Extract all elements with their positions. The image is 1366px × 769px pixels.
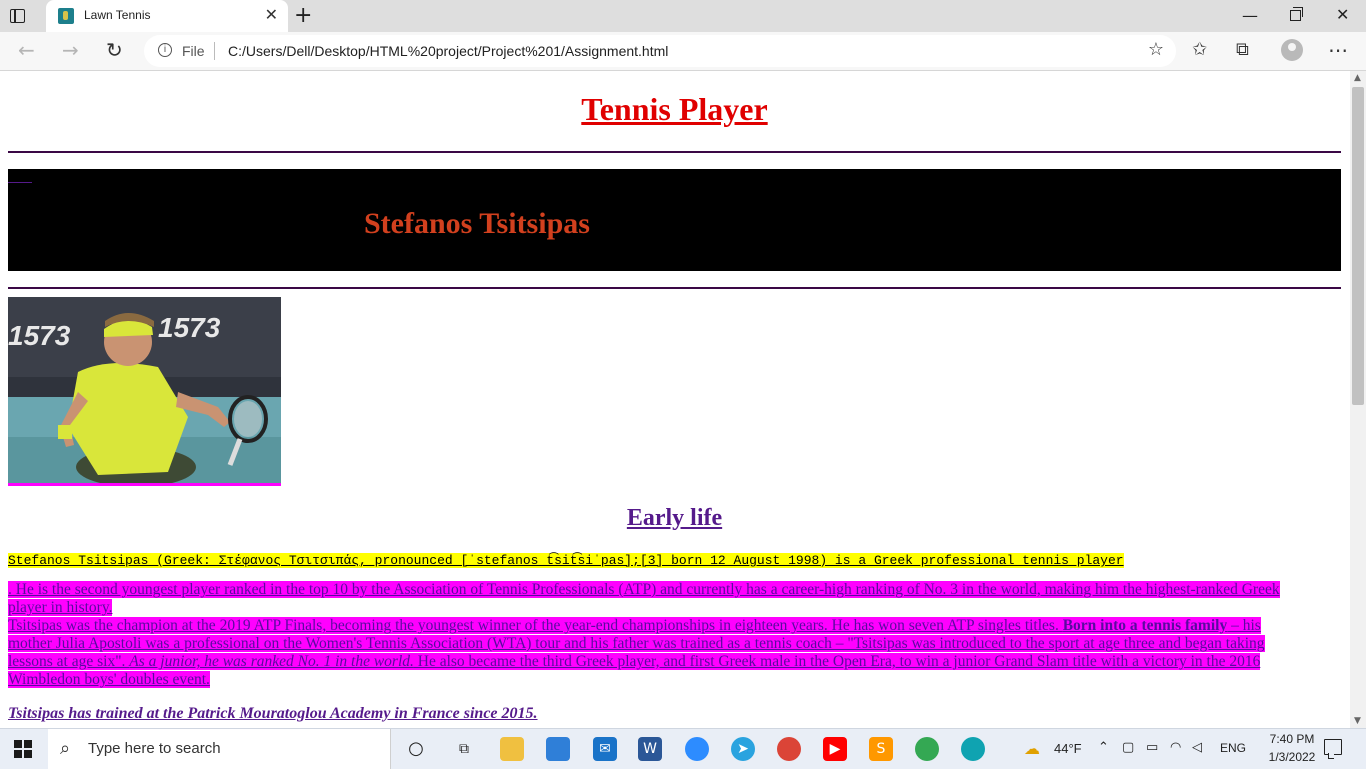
paragraph-career: Tsitsipas was the champion at the 2019 A… — [8, 617, 1304, 689]
bold-phrase: Born into a tennis family — [1062, 617, 1228, 634]
svg-text:1573: 1573 — [8, 320, 71, 351]
back-icon[interactable]: ← — [18, 39, 35, 61]
minimize-icon[interactable]: — — [1242, 6, 1258, 25]
cortana-icon[interactable]: ○ — [404, 737, 428, 761]
temperature[interactable]: 44°F — [1054, 741, 1082, 756]
chrome-alt-icon[interactable] — [915, 737, 939, 761]
sublime-icon[interactable]: S — [869, 737, 893, 761]
page-title: Tennis Player — [581, 91, 768, 127]
favorites-icon[interactable]: ✩ — [1192, 39, 1207, 61]
profile-icon[interactable] — [1281, 39, 1303, 61]
browser-tab[interactable]: Lawn Tennis ✕ — [46, 0, 288, 32]
tab-actions-icon[interactable] — [10, 8, 26, 24]
chrome-icon[interactable] — [777, 737, 801, 761]
more-icon[interactable]: ⋯ — [1328, 39, 1348, 61]
close-icon[interactable]: ✕ — [265, 7, 278, 23]
window-close-icon[interactable]: ✕ — [1336, 5, 1349, 24]
tab-strip: Lawn Tennis ✕ + — ✕ — [0, 0, 1366, 32]
vertical-scrollbar[interactable]: ▲ ▼ — [1350, 71, 1366, 728]
reload-icon[interactable]: ↻ — [106, 39, 123, 61]
battery-icon[interactable]: ▭ — [1146, 740, 1158, 755]
page-viewport: Tennis Player Stefanos Tsitsipas 1573 15… — [0, 71, 1350, 728]
scroll-down-icon[interactable]: ▼ — [1354, 716, 1361, 726]
tab-title: Lawn Tennis — [84, 8, 151, 22]
address-url[interactable]: C:/Users/Dell/Desktop/HTML%20project/Pro… — [228, 43, 668, 59]
player-photo: 1573 1573 — [8, 297, 281, 486]
windows-taskbar: ⌕ Type here to search ○ ⧉ ✉ W ➤ ▶ S ☁ 44… — [0, 728, 1366, 769]
search-placeholder: Type here to search — [88, 740, 221, 757]
search-icon: ⌕ — [60, 738, 71, 759]
language-indicator[interactable]: ENG — [1220, 741, 1246, 755]
address-separator — [214, 42, 215, 60]
weather-icon[interactable]: ☁ — [1024, 739, 1040, 758]
paragraph-ranking: . He is the second youngest player ranke… — [8, 581, 1304, 617]
clock-date[interactable]: 1/3/2022 — [1262, 750, 1322, 764]
italic-phrase: As a junior, he was ranked No. 1 in the … — [129, 653, 414, 670]
scroll-up-icon[interactable]: ▲ — [1354, 73, 1361, 83]
meet-icon[interactable]: ▢ — [1122, 740, 1134, 755]
notification-icon[interactable] — [1324, 739, 1342, 759]
favicon-icon — [58, 8, 74, 24]
divider — [8, 287, 1341, 289]
paragraph-text: . He is the second youngest player ranke… — [8, 581, 1280, 616]
forward-icon[interactable]: → — [62, 39, 79, 61]
banner-link[interactable] — [8, 182, 32, 183]
telegram-icon[interactable]: ➤ — [731, 737, 755, 761]
info-icon[interactable]: i — [158, 43, 172, 57]
scroll-thumb[interactable] — [1352, 87, 1364, 405]
section-heading: Early life — [626, 505, 723, 531]
maximize-icon[interactable] — [1290, 7, 1303, 21]
address-bar[interactable]: i File C:/Users/Dell/Desktop/HTML%20proj… — [144, 35, 1176, 67]
wifi-icon[interactable]: ◠ — [1170, 740, 1181, 755]
volume-icon[interactable]: ◁ — [1192, 740, 1202, 755]
collections-icon[interactable]: ⧉ — [1236, 39, 1249, 61]
word-icon[interactable]: W — [638, 737, 662, 761]
youtube-icon[interactable]: ▶ — [823, 737, 847, 761]
edge-icon[interactable] — [961, 737, 985, 761]
mail-icon[interactable]: ✉ — [593, 737, 617, 761]
zoom-icon[interactable] — [685, 737, 709, 761]
intro-line: Stefanos Tsitsipas (Greek: Στέφανος Τσιτ… — [8, 553, 1124, 568]
svg-text:1573: 1573 — [158, 312, 221, 343]
player-name: Stefanos Tsitsipas — [364, 207, 590, 240]
paragraph-text: Tsitsipas was the champion at the 2019 A… — [8, 617, 1063, 634]
address-scheme: File — [182, 43, 205, 59]
start-icon[interactable] — [14, 740, 32, 758]
browser-toolbar: ← → ↻ i File C:/Users/Dell/Desktop/HTML%… — [0, 32, 1366, 71]
chevron-up-icon[interactable]: ⌃ — [1098, 740, 1109, 755]
divider — [8, 151, 1341, 153]
file-explorer-icon[interactable] — [500, 737, 524, 761]
add-favorite-icon[interactable]: ☆ — [1148, 41, 1164, 59]
store-icon[interactable] — [546, 737, 570, 761]
player-banner: Stefanos Tsitsipas — [8, 169, 1341, 271]
training-note: Tsitsipas has trained at the Patrick Mou… — [8, 705, 538, 722]
task-view-icon[interactable]: ⧉ — [452, 737, 476, 761]
new-tab-icon[interactable]: + — [294, 5, 312, 27]
clock-time[interactable]: 7:40 PM — [1262, 732, 1322, 746]
taskbar-search[interactable]: ⌕ Type here to search — [48, 729, 391, 769]
